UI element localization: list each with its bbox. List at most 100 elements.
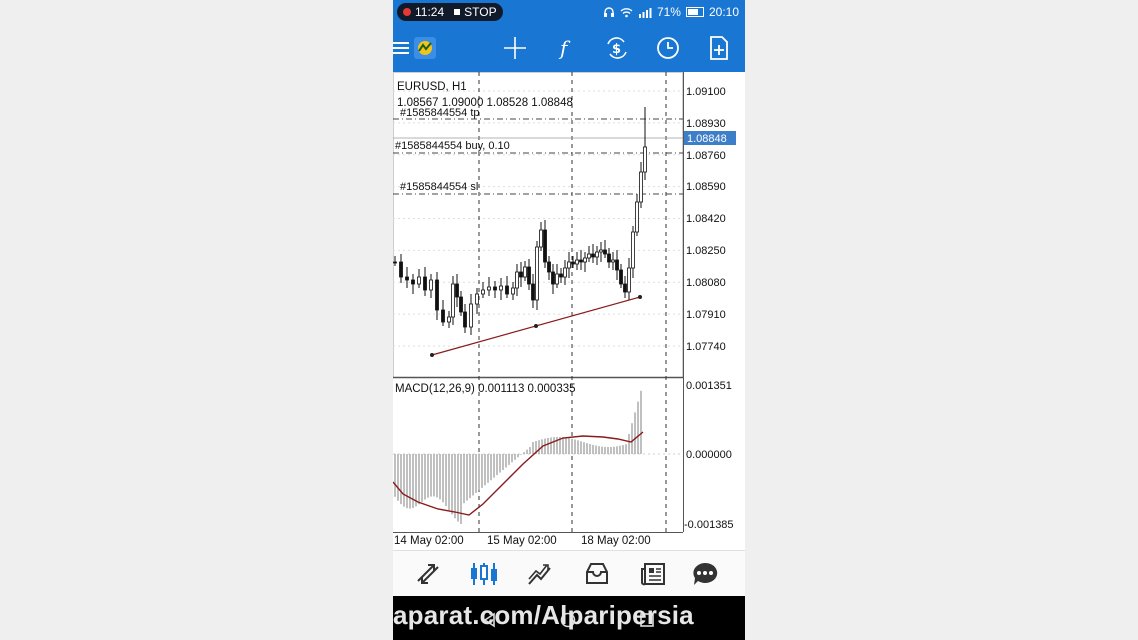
candle-body xyxy=(643,146,647,173)
record-dot-icon xyxy=(403,8,411,16)
histogram-bar xyxy=(565,437,567,454)
candle-body xyxy=(451,283,455,318)
histogram-bar xyxy=(610,446,612,454)
histogram-bar xyxy=(457,454,459,522)
price-tick: 1.08590 xyxy=(686,181,726,193)
candle-body xyxy=(499,285,503,291)
candle-body xyxy=(441,309,445,323)
nav-trade[interactable] xyxy=(526,560,554,588)
nav-news[interactable] xyxy=(639,560,667,588)
candle-body xyxy=(475,293,479,305)
trade-icon xyxy=(528,564,551,585)
price-tick: 1.08250 xyxy=(686,245,726,257)
candle-body xyxy=(567,261,571,269)
histogram-bar xyxy=(547,437,549,454)
chart-area[interactable]: EURUSD, H1 1.08567 1.09000 1.08528 1.088… xyxy=(393,72,745,550)
sl-label: #1585844554 sl xyxy=(400,181,478,193)
candle-body xyxy=(611,259,615,263)
time-label: 15 May 02:00 xyxy=(487,535,557,547)
histogram-bar xyxy=(601,446,603,454)
candle-body xyxy=(393,261,397,264)
histogram-bar xyxy=(454,454,456,519)
trendline-anchor[interactable] xyxy=(638,295,642,299)
histogram-bar xyxy=(595,445,597,454)
trendline-anchor[interactable] xyxy=(430,353,434,357)
candle-body xyxy=(623,283,627,293)
histogram-bar xyxy=(430,454,432,497)
chart-icon xyxy=(471,563,497,585)
candle-body xyxy=(631,231,635,269)
histogram-bar xyxy=(469,454,471,499)
candle-body xyxy=(487,286,491,291)
histogram-bar xyxy=(637,401,639,454)
screen-record-pill[interactable]: 11:24 STOP xyxy=(397,3,503,21)
candle-body xyxy=(429,279,433,291)
candle-body xyxy=(539,229,543,248)
timeframe-icon xyxy=(657,37,679,59)
histogram-bar xyxy=(481,454,483,488)
histogram-bar xyxy=(502,454,504,470)
histogram-bar xyxy=(526,449,528,454)
new-order-icon xyxy=(710,36,728,60)
svg-text:$: $ xyxy=(612,42,621,57)
histogram-bar xyxy=(613,446,615,454)
histogram-bar xyxy=(574,439,576,454)
histogram-bar xyxy=(475,454,477,493)
histogram-bar xyxy=(517,454,519,458)
candle-body xyxy=(547,261,551,273)
candle-body xyxy=(543,229,547,263)
histogram-bar xyxy=(550,437,552,454)
candle-body xyxy=(481,289,485,295)
histogram-bar xyxy=(607,446,609,454)
histogram-bar xyxy=(538,440,540,454)
stop-label: STOP xyxy=(464,5,497,19)
buy-label: #1585844554 buy, 0.10 xyxy=(395,140,510,152)
histogram-bar xyxy=(568,438,570,454)
price-tick: 1.08760 xyxy=(686,150,726,162)
histogram-bar xyxy=(523,452,525,454)
timeframe-button[interactable] xyxy=(654,34,682,62)
indicators-icon: f xyxy=(558,36,571,60)
objects-button[interactable]: $ xyxy=(603,34,631,62)
headphones-icon xyxy=(603,7,614,17)
candle-body xyxy=(615,259,619,271)
candle-body xyxy=(627,267,631,293)
histogram-bar xyxy=(571,438,573,454)
histogram-bar xyxy=(511,454,513,463)
indicators-button[interactable]: f xyxy=(552,34,580,62)
price-tick: 1.07740 xyxy=(686,341,726,353)
crosshair-button[interactable] xyxy=(501,34,529,62)
signal-icon xyxy=(638,7,652,18)
app-logo[interactable] xyxy=(411,34,439,62)
histogram-bar xyxy=(532,442,534,454)
histogram-bar xyxy=(415,454,417,507)
stop-icon xyxy=(454,9,461,15)
candle-body xyxy=(587,253,591,259)
nav-chart[interactable] xyxy=(470,560,498,588)
candle-body xyxy=(535,246,539,301)
histogram-bar xyxy=(445,454,447,507)
crosshair-icon xyxy=(504,37,526,59)
nav-chat[interactable] xyxy=(691,560,719,588)
histogram-bar xyxy=(631,423,633,454)
nav-quotes[interactable] xyxy=(414,560,442,588)
histogram-bar xyxy=(484,454,486,486)
histogram-bar xyxy=(622,445,624,454)
candle-body xyxy=(469,303,473,328)
status-icons: 71% 20:10 xyxy=(603,5,739,19)
candle-body xyxy=(607,253,611,263)
trendline-anchor[interactable] xyxy=(534,324,538,328)
candle-body xyxy=(511,287,515,295)
histogram-bar xyxy=(418,454,420,505)
histogram-bar xyxy=(514,454,516,460)
histogram-bar xyxy=(634,412,636,454)
histogram-bar xyxy=(451,454,453,515)
nav-history[interactable] xyxy=(583,560,611,588)
price-tick: 1.07910 xyxy=(686,309,726,321)
price-chart[interactable]: EURUSD, H1 1.08567 1.09000 1.08528 1.088… xyxy=(393,72,745,550)
histogram-bar xyxy=(505,454,507,468)
macd-tick: 0.001351 xyxy=(686,380,732,392)
current-price: 1.08848 xyxy=(687,133,727,145)
new-order-button[interactable] xyxy=(705,34,733,62)
histogram-bar xyxy=(586,443,588,454)
